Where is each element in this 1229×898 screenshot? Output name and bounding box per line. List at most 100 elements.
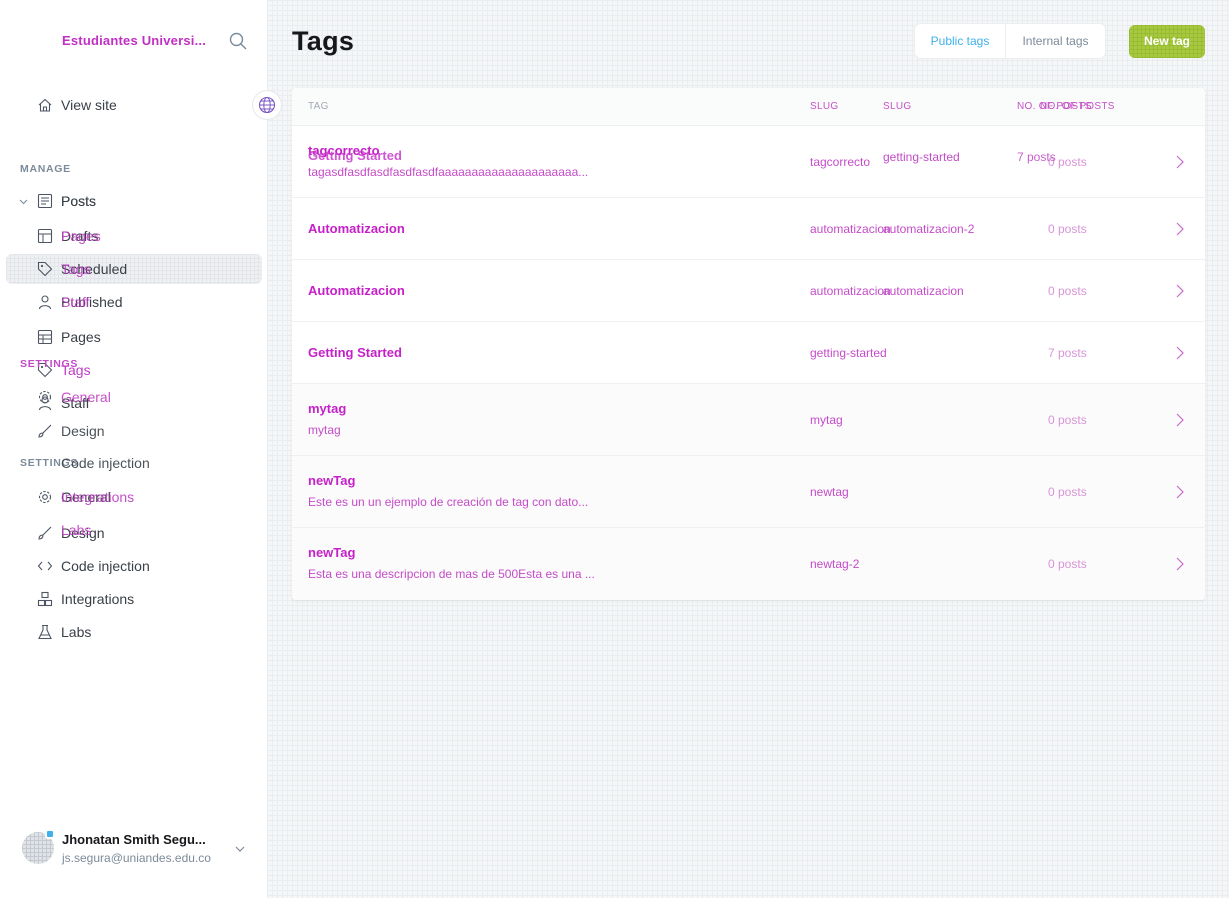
chevron-right-icon[interactable] [1174,284,1186,298]
tag-post-count[interactable]: 0 posts [1048,413,1087,427]
tag-slug-overlay: automatizacion [883,284,964,298]
tag-description: mytag [308,423,341,437]
sidebar-item-label: Code injection [61,455,150,471]
sidebar-item-label: Integrations [61,489,135,505]
gear-icon [38,390,52,404]
tab-internal-tags[interactable]: Internal tags [1005,24,1105,58]
main-content: Tags Public tags Internal tags New tag T… [267,0,1229,898]
view-site-globe-button[interactable] [253,91,281,119]
column-header-slug-overlay: SLUG [883,101,912,112]
chevron-right-icon[interactable] [1174,557,1186,571]
tag-slug-overlay: getting-started [883,150,960,164]
tag-description: Este es un un ejemplo de creación de tag… [308,495,589,509]
tag-slug: getting-started [810,346,887,360]
pages-icon [37,329,53,345]
globe-icon [258,96,276,114]
site-title[interactable]: Estudiantes Universi... [62,33,206,48]
tag-post-count[interactable]: 7 posts [1048,346,1087,360]
tag-slug-overlay: automatizacion-2 [883,222,975,236]
sidebar-item-pages-overlay[interactable]: Pages [0,224,262,248]
tag-slug: tagcorrecto [810,155,871,169]
sidebar-item-posts-overlay[interactable]: Posts [0,189,262,213]
sidebar-item-label: Integrations [61,591,135,607]
user-email: js.segura@uniandes.edu.co [62,851,211,865]
chevron-down-icon[interactable] [234,843,246,855]
tag-name[interactable]: Automatizacion [308,283,405,299]
sidebar-item-design-overlay[interactable]: Design [0,419,262,443]
view-site-link[interactable]: View site [0,93,240,117]
avatar-badge [45,829,55,839]
tags-table: TAG SLUG SLUG NO. OF POSTS NO. OF POSTS … [292,88,1205,600]
user-menu[interactable]: Jhonatan Smith Segu... js.segura@uniande… [0,826,262,870]
tag-slug: automatizacion [810,284,891,298]
chevron-right-icon[interactable] [1174,222,1186,236]
manage-heading: MANAGE [20,163,71,175]
column-header-tag: TAG [308,101,329,112]
sidebar-item-staff-overlay[interactable]: Staff [0,290,262,314]
labs-icon [38,624,52,640]
sidebar-item-code-injection[interactable]: Code injection [0,554,262,578]
sidebar-item-label: Labs [61,522,92,538]
sidebar-item-label: Design [61,423,105,439]
home-icon [38,98,52,112]
new-tag-button[interactable]: New tag [1129,25,1205,58]
sidebar-item-label: General [61,389,111,405]
sidebar-item-general-overlay[interactable]: General [0,385,262,409]
sidebar-item-pages[interactable]: Pages [0,325,262,349]
tag-name[interactable]: Getting Started [308,345,402,361]
chevron-right-icon[interactable] [1174,346,1186,360]
sidebar-item-label: Pages [61,329,101,345]
page-title: Tags [292,26,355,56]
tab-public-tags[interactable]: Public tags [915,24,1005,58]
tag-slug: newtag-2 [810,557,860,571]
table-row[interactable]: mytag mytag mytag 0 posts [292,384,1205,456]
view-site-label: View site [61,97,117,113]
tag-post-count[interactable]: 0 posts [1048,284,1087,298]
pages-icon [37,228,53,244]
sidebar-item-tags-selected[interactable]: Tags [0,257,262,281]
sidebar-item-labs[interactable]: Labs [0,620,262,644]
table-body: tagcorrecto Getting Started tagasdfasdfasd… [292,126,1205,600]
sidebar-item-label: Labs [61,624,92,640]
tag-icon [37,261,53,277]
column-header-slug: SLUG [810,101,839,112]
table-row[interactable]: newTag Esta es una descripcion de mas de … [292,528,1205,600]
tag-post-count[interactable]: 0 posts [1048,222,1087,236]
search-icon [229,32,247,50]
table-row[interactable]: Automatizacion automatizacion automatizaci… [292,260,1205,322]
sidebar-item-integrations-overlay[interactable]: Integrations [0,485,262,509]
sidebar-item-labs-overlay[interactable]: Labs [0,518,262,542]
table-row[interactable]: Getting Started getting-started 7 posts [292,322,1205,384]
sidebar-item-label: Pages [61,228,101,244]
tag-name[interactable]: mytag [308,401,346,417]
tag-slug: newtag [810,485,849,499]
sidebar-item-label: Tags [61,261,91,277]
sidebar-item-label: Staff [61,294,90,310]
tag-post-count[interactable]: 0 posts [1048,485,1087,499]
chevron-right-icon[interactable] [1174,413,1186,427]
tag-name[interactable]: newTag [308,545,355,561]
table-row[interactable]: Automatizacion automatizacion automatizaci… [292,198,1205,260]
chevron-right-icon[interactable] [1174,485,1186,499]
search-button[interactable] [228,31,248,51]
table-row[interactable]: newTag Este es un un ejemplo de creación … [292,456,1205,528]
code-icon [37,561,53,571]
design-icon [38,424,52,438]
chevron-right-icon[interactable] [1174,155,1186,169]
tag-post-count-overlay: 7 posts [1017,150,1056,164]
sidebar-item-integrations[interactable]: Integrations [0,587,262,611]
tag-name-overlay: Getting Started [308,148,402,163]
table-row[interactable]: tagcorrecto Getting Started tagasdfasdfasd… [292,126,1205,198]
tag-name[interactable]: newTag [308,473,355,489]
tag-slug: automatizacion [810,222,891,236]
sidebar-item-label: Code injection [61,558,150,574]
tag-post-count[interactable]: 0 posts [1048,557,1087,571]
tag-description: Esta es una descripcion de mas de 500Est… [308,567,595,581]
column-header-posts: NO. OF POSTS [1040,101,1115,112]
tag-description: tagasdfasdfasdfasdfasdfaaaaaaaaaaaaaaaaa… [308,165,589,179]
tag-slug: mytag [810,413,843,427]
sidebar-item-code-injection-overlay[interactable]: Code injection [0,451,262,475]
settings-heading-overlay: SETTINGS [20,358,79,370]
tag-name[interactable]: Automatizacion [308,221,405,237]
staff-icon [38,295,52,310]
